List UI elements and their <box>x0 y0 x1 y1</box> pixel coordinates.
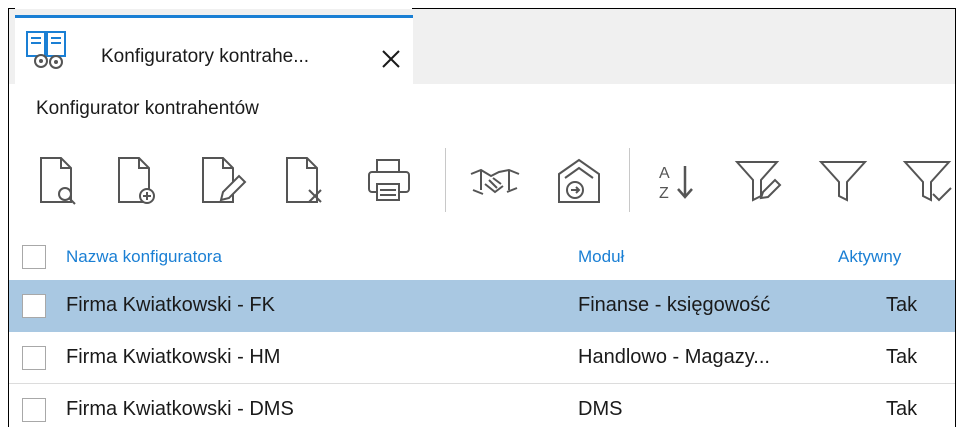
cell-name: Firma Kwiatkowski - HM <box>66 346 281 368</box>
toolbar-separator <box>629 148 630 212</box>
row-checkbox[interactable] <box>22 398 46 422</box>
filter-check-icon[interactable] <box>899 150 955 210</box>
filter-edit-icon[interactable] <box>731 150 787 210</box>
tab-label: Konfiguratory kontrahe... <box>101 46 310 67</box>
row-checkbox[interactable] <box>22 346 46 370</box>
close-icon[interactable] <box>378 46 404 72</box>
table-row[interactable]: Firma Kwiatkowski - DMS DMS Tak <box>9 384 955 436</box>
column-header-name[interactable]: Nazwa konfiguratora <box>66 247 222 267</box>
cell-active: Tak <box>886 346 918 368</box>
row-checkbox[interactable] <box>22 294 46 318</box>
import-warehouse-icon[interactable] <box>551 150 607 210</box>
cell-module: DMS <box>578 398 623 420</box>
preview-document-icon[interactable] <box>31 150 87 210</box>
page-title: Konfigurator kontrahentów <box>36 98 259 119</box>
svg-text:A: A <box>659 165 670 182</box>
table-header: Nazwa konfiguratora Moduł Aktywny <box>9 234 955 280</box>
handshake-icon[interactable] <box>467 150 523 210</box>
cell-name: Firma Kwiatkowski - DMS <box>66 398 294 420</box>
svg-text:Z: Z <box>659 185 669 202</box>
tab-configurators[interactable]: Konfiguratory kontrahe... <box>15 15 413 84</box>
cell-active: Tak <box>886 398 918 420</box>
configurator-icon <box>26 31 66 69</box>
table-row[interactable]: Firma Kwiatkowski - HM Handlowo - Magazy… <box>9 332 955 384</box>
sort-az-icon[interactable]: A Z <box>649 150 705 210</box>
cell-name: Firma Kwiatkowski - FK <box>66 294 275 316</box>
tab-bar: Konfiguratory kontrahe... <box>9 9 955 84</box>
cell-module: Handlowo - Magazy... <box>578 346 770 368</box>
toolbar-separator <box>445 148 446 212</box>
print-icon[interactable] <box>361 150 417 210</box>
add-document-icon[interactable] <box>109 150 165 210</box>
cell-module: Finanse - księgowość <box>578 294 771 316</box>
filter-icon[interactable] <box>815 150 871 210</box>
column-header-module[interactable]: Moduł <box>578 247 624 267</box>
select-all-checkbox[interactable] <box>22 245 46 269</box>
toolbar: A Z <box>9 140 955 220</box>
edit-document-icon[interactable] <box>193 150 249 210</box>
table-row[interactable]: Firma Kwiatkowski - FK Finanse - księgow… <box>9 280 955 332</box>
delete-document-icon[interactable] <box>277 150 333 210</box>
cell-active: Tak <box>886 294 918 316</box>
column-header-active[interactable]: Aktywny <box>838 247 901 267</box>
